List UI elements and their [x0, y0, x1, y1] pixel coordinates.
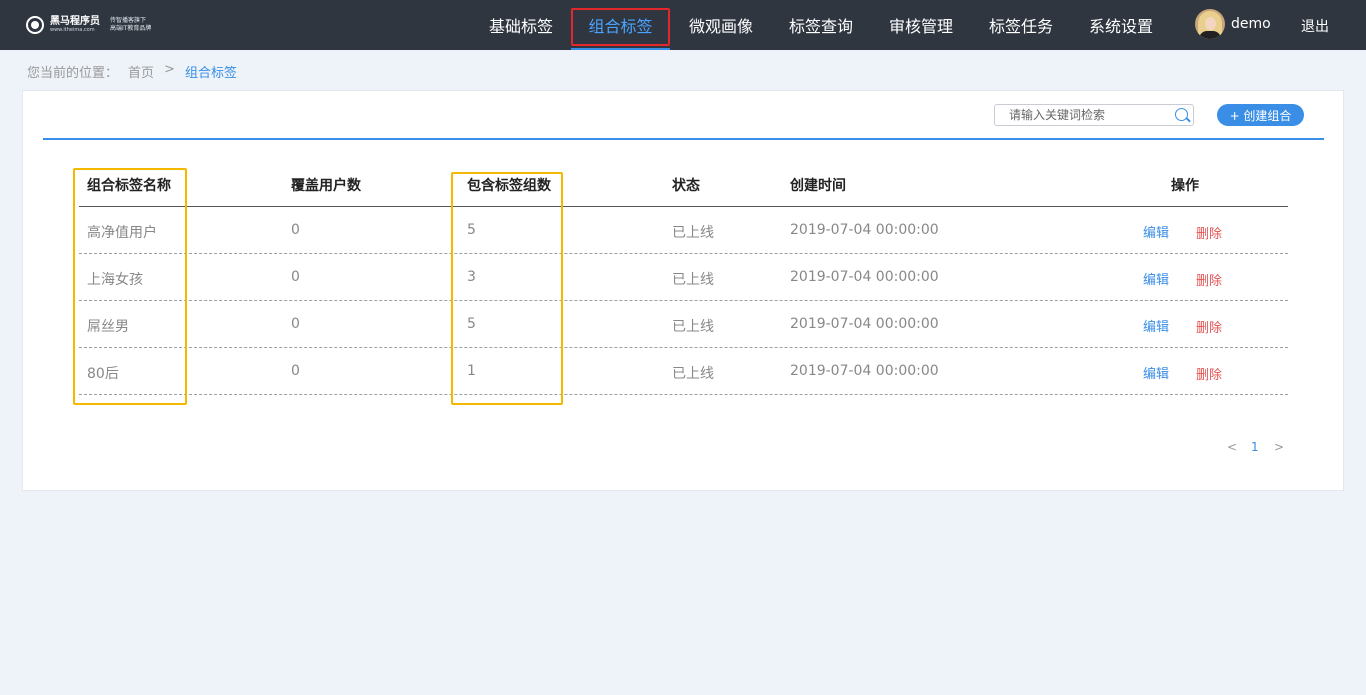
logo[interactable]: 黑马程序员 www.itheima.com 传智播客旗下 高端IT教育品牌: [26, 15, 151, 35]
active-nav-underline: [571, 48, 670, 50]
cell-status: 已上线: [672, 366, 714, 382]
delete-link[interactable]: 删除: [1196, 364, 1222, 383]
cell-created: 2019-07-04 00:00:00: [790, 363, 939, 379]
column-header-status: 状态: [672, 178, 700, 194]
cell-users: 0: [291, 269, 300, 285]
search-box: [994, 104, 1194, 126]
row-divider: [79, 300, 1288, 301]
row-divider: [79, 394, 1288, 395]
delete-link[interactable]: 删除: [1196, 223, 1222, 242]
cell-status: 已上线: [672, 225, 714, 241]
nav-item-micro-profile[interactable]: 微观画像: [682, 0, 760, 50]
logo-brand: 黑马程序员 www.itheima.com: [50, 15, 100, 33]
column-header-name: 组合标签名称: [87, 178, 171, 194]
cell-groups: 5: [467, 316, 476, 332]
pagination-next[interactable]: >: [1274, 440, 1284, 454]
breadcrumb-prefix: 您当前的位置：: [27, 66, 119, 81]
search-icon[interactable]: [1175, 108, 1188, 121]
breadcrumb-current: 组合标签: [184, 66, 237, 81]
nav-item-combo-tags[interactable]: 组合标签: [571, 0, 670, 50]
red-highlight-box: [571, 8, 670, 46]
cell-groups: 5: [467, 222, 476, 238]
nav-item-tag-query[interactable]: 标签查询: [782, 0, 860, 50]
delete-link[interactable]: 删除: [1196, 270, 1222, 289]
breadcrumb-home[interactable]: 首页: [128, 62, 154, 81]
cell-users: 0: [291, 222, 300, 238]
cell-name: 80后: [87, 366, 119, 382]
cell-created: 2019-07-04 00:00:00: [790, 222, 939, 238]
column-header-groups: 包含标签组数: [467, 178, 551, 194]
nav-item-basic-tags[interactable]: 基础标签: [482, 0, 560, 50]
main-panel: + 创建组合 组合标签名称 覆盖用户数 包含标签组数 状态 创建时间 操作 高净…: [22, 90, 1344, 491]
cell-users: 0: [291, 316, 300, 332]
edit-link[interactable]: 编辑: [1143, 363, 1169, 382]
cell-name: 上海女孩: [87, 272, 143, 288]
cell-status: 已上线: [672, 319, 714, 335]
column-header-users: 覆盖用户数: [291, 178, 361, 194]
delete-link[interactable]: 删除: [1196, 317, 1222, 336]
username[interactable]: demo: [1231, 16, 1271, 32]
breadcrumb-separator: >: [164, 62, 175, 77]
nav-item-tag-tasks[interactable]: 标签任务: [982, 0, 1060, 50]
cell-groups: 3: [467, 269, 476, 285]
breadcrumb: 您当前的位置： 首页 > 组合标签: [27, 62, 237, 81]
cell-name: 屌丝男: [87, 319, 129, 335]
edit-link[interactable]: 编辑: [1143, 222, 1169, 241]
column-header-created: 创建时间: [790, 178, 846, 194]
cell-status: 已上线: [672, 272, 714, 288]
pagination-prev[interactable]: <: [1227, 440, 1237, 454]
cell-name: 高净值用户: [87, 225, 157, 241]
logo-slogan: 传智播客旗下 高端IT教育品牌: [110, 17, 152, 32]
cell-created: 2019-07-04 00:00:00: [790, 269, 939, 285]
top-navbar: 黑马程序员 www.itheima.com 传智播客旗下 高端IT教育品牌 基础…: [0, 0, 1366, 50]
cell-groups: 1: [467, 363, 476, 379]
edit-link[interactable]: 编辑: [1143, 316, 1169, 335]
avatar[interactable]: [1195, 9, 1225, 39]
nav-item-settings[interactable]: 系统设置: [1082, 0, 1160, 50]
row-divider: [79, 347, 1288, 348]
logo-mark-icon: [26, 16, 44, 34]
column-header-actions: 操作: [1171, 178, 1199, 194]
table-header-divider: [79, 206, 1288, 207]
pagination-page[interactable]: 1: [1251, 440, 1259, 454]
edit-link[interactable]: 编辑: [1143, 269, 1169, 288]
create-combo-button[interactable]: + 创建组合: [1217, 104, 1304, 126]
logout-link[interactable]: 退出: [1301, 16, 1329, 36]
nav-item-review[interactable]: 审核管理: [882, 0, 960, 50]
cell-users: 0: [291, 363, 300, 379]
search-input[interactable]: [995, 105, 1170, 125]
row-divider: [79, 253, 1288, 254]
cell-created: 2019-07-04 00:00:00: [790, 316, 939, 332]
toolbar-divider: [43, 138, 1324, 140]
